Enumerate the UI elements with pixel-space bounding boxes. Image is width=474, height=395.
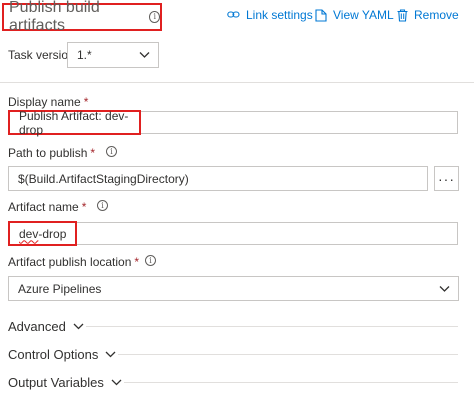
chevron-down-icon [139, 52, 150, 58]
link-icon [227, 11, 240, 18]
output-variables-label: Output Variables [8, 375, 104, 390]
display-name-value: Publish Artifact: dev-drop [19, 108, 129, 137]
yaml-icon [315, 8, 327, 22]
divider [86, 326, 458, 327]
path-to-publish-label-text: Path to publish [8, 146, 88, 160]
publish-location-label-text: Artifact publish location [8, 255, 132, 269]
info-icon[interactable]: i [106, 146, 117, 157]
required-marker: * [90, 146, 96, 160]
chevron-down-icon [73, 323, 84, 330]
page-title: Publish build artifacts [9, 0, 100, 34]
advanced-label: Advanced [8, 319, 66, 334]
control-options-label: Control Options [8, 347, 99, 362]
spellcheck-underline: dev [19, 226, 39, 241]
artifact-name-input-extension[interactable] [77, 222, 458, 245]
link-settings-label: Link settings [246, 8, 313, 22]
required-marker: * [83, 95, 89, 109]
divider [118, 354, 458, 355]
remove-button[interactable]: Remove [397, 8, 459, 22]
chevron-down-icon [105, 351, 116, 358]
title-highlight-box: Publish build artifacts i [2, 0, 162, 34]
link-settings-button[interactable]: Link settings [227, 8, 313, 22]
display-name-label-text: Display name [8, 95, 81, 109]
required-marker: * [81, 200, 87, 214]
display-name-input[interactable]: Publish Artifact: dev-drop [8, 108, 141, 137]
display-name-label: Display name * [8, 95, 88, 109]
artifact-name-value-rest: -drop [38, 226, 67, 241]
path-to-publish-label: Path to publish * [8, 146, 95, 160]
advanced-section-toggle[interactable]: Advanced [8, 319, 84, 334]
browse-button[interactable]: ··· [434, 166, 459, 191]
control-options-section-toggle[interactable]: Control Options [8, 347, 116, 362]
chevron-down-icon [111, 379, 122, 386]
chevron-down-icon [439, 285, 450, 292]
info-icon[interactable]: i [145, 255, 156, 266]
view-yaml-label: View YAML [333, 8, 394, 22]
required-marker: * [134, 255, 140, 269]
path-to-publish-value: $(Build.ArtifactStagingDirectory) [18, 171, 189, 186]
publish-location-label: Artifact publish location * [8, 255, 139, 269]
artifact-name-label-text: Artifact name [8, 200, 79, 214]
divider [0, 82, 474, 83]
divider [124, 382, 458, 383]
info-icon[interactable]: i [149, 11, 160, 23]
trash-icon [397, 8, 408, 22]
task-version-select[interactable]: 1.* [67, 42, 159, 68]
path-to-publish-input[interactable]: $(Build.ArtifactStagingDirectory) [8, 166, 428, 191]
artifact-name-value: dev-drop [19, 227, 66, 241]
task-version-label: Task version [8, 48, 75, 62]
info-icon[interactable]: i [97, 200, 108, 211]
display-name-input-extension[interactable] [141, 111, 458, 134]
more-icon: ··· [438, 170, 455, 187]
view-yaml-button[interactable]: View YAML [315, 8, 394, 22]
artifact-name-label: Artifact name * [8, 200, 86, 214]
artifact-name-input[interactable]: dev-drop [8, 221, 77, 246]
task-version-value: 1.* [77, 48, 92, 62]
output-variables-section-toggle[interactable]: Output Variables [8, 375, 122, 390]
publish-location-select[interactable]: Azure Pipelines [8, 276, 459, 301]
publish-location-value: Azure Pipelines [18, 281, 102, 296]
remove-label: Remove [414, 8, 459, 22]
